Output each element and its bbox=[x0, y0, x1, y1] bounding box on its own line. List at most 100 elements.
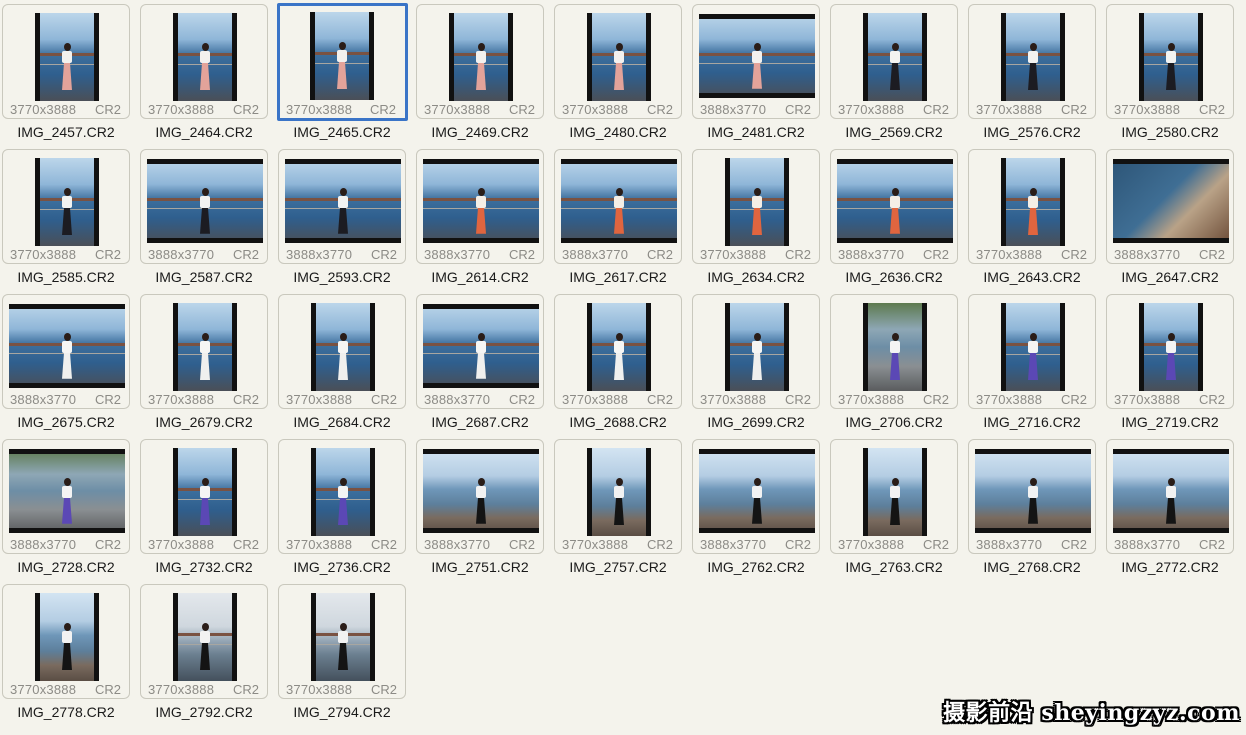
file-thumbnail[interactable]: 3888x3770 CR2 IMG_2481.CR2 bbox=[690, 0, 828, 145]
thumbnail-frame[interactable]: 3888x3770 CR2 bbox=[1106, 149, 1234, 264]
file-name[interactable]: IMG_2593.CR2 bbox=[276, 269, 408, 285]
file-thumbnail[interactable]: 3770x3888 CR2 IMG_2634.CR2 bbox=[690, 145, 828, 290]
thumbnail-frame[interactable]: 3888x3770 CR2 bbox=[1106, 439, 1234, 554]
file-thumbnail[interactable]: 3888x3770 CR2 IMG_2593.CR2 bbox=[276, 145, 414, 290]
thumbnail-frame[interactable]: 3888x3770 CR2 bbox=[830, 149, 958, 264]
photo-preview[interactable] bbox=[423, 159, 539, 243]
file-thumbnail[interactable]: 3770x3888 CR2 IMG_2763.CR2 bbox=[828, 435, 966, 580]
file-name[interactable]: IMG_2687.CR2 bbox=[414, 414, 546, 430]
photo-preview[interactable] bbox=[173, 303, 237, 391]
file-thumbnail[interactable]: 3770x3888 CR2 IMG_2792.CR2 bbox=[138, 580, 276, 725]
file-thumbnail[interactable]: 3888x3770 CR2 IMG_2614.CR2 bbox=[414, 145, 552, 290]
thumbnail-frame[interactable]: 3770x3888 CR2 bbox=[278, 584, 406, 699]
file-name[interactable]: IMG_2684.CR2 bbox=[276, 414, 408, 430]
file-name[interactable]: IMG_2728.CR2 bbox=[0, 559, 132, 575]
thumbnail-frame[interactable]: 3770x3888 CR2 bbox=[1106, 4, 1234, 119]
file-name[interactable]: IMG_2587.CR2 bbox=[138, 269, 270, 285]
thumbnail-frame[interactable]: 3770x3888 CR2 bbox=[416, 4, 544, 119]
photo-preview[interactable] bbox=[587, 303, 651, 391]
file-thumbnail[interactable]: 3770x3888 CR2 IMG_2457.CR2 bbox=[0, 0, 138, 145]
photo-preview[interactable] bbox=[423, 449, 539, 533]
thumbnail-frame[interactable]: 3770x3888 CR2 bbox=[968, 149, 1096, 264]
file-thumbnail[interactable]: 3770x3888 CR2 IMG_2465.CR2 bbox=[276, 0, 414, 145]
file-thumbnail[interactable]: 3888x3770 CR2 IMG_2587.CR2 bbox=[138, 145, 276, 290]
thumbnail-frame[interactable]: 3770x3888 CR2 bbox=[140, 294, 268, 409]
file-thumbnail[interactable]: 3770x3888 CR2 IMG_2688.CR2 bbox=[552, 290, 690, 435]
thumbnail-frame[interactable]: 3770x3888 CR2 bbox=[278, 294, 406, 409]
file-name[interactable]: IMG_2757.CR2 bbox=[552, 559, 684, 575]
thumbnail-frame[interactable]: 3770x3888 CR2 bbox=[692, 294, 820, 409]
photo-preview[interactable] bbox=[587, 448, 651, 536]
photo-preview[interactable] bbox=[1001, 13, 1065, 101]
file-thumbnail[interactable]: 3888x3770 CR2 IMG_2636.CR2 bbox=[828, 145, 966, 290]
file-name[interactable]: IMG_2569.CR2 bbox=[828, 124, 960, 140]
file-name[interactable]: IMG_2481.CR2 bbox=[690, 124, 822, 140]
photo-preview[interactable] bbox=[1001, 303, 1065, 391]
photo-preview[interactable] bbox=[725, 303, 789, 391]
file-thumbnail[interactable]: 3770x3888 CR2 IMG_2679.CR2 bbox=[138, 290, 276, 435]
thumbnail-frame[interactable]: 3888x3770 CR2 bbox=[416, 294, 544, 409]
thumbnail-frame[interactable]: 3888x3770 CR2 bbox=[2, 439, 130, 554]
thumbnail-frame[interactable]: 3770x3888 CR2 bbox=[554, 439, 682, 554]
photo-preview[interactable] bbox=[1139, 13, 1203, 101]
photo-preview[interactable] bbox=[173, 448, 237, 536]
thumbnail-frame[interactable]: 3770x3888 CR2 bbox=[830, 439, 958, 554]
thumbnail-frame[interactable]: 3770x3888 CR2 bbox=[2, 149, 130, 264]
file-thumbnail[interactable]: 3770x3888 CR2 IMG_2569.CR2 bbox=[828, 0, 966, 145]
photo-preview[interactable] bbox=[863, 13, 927, 101]
file-thumbnail[interactable]: 3770x3888 CR2 IMG_2794.CR2 bbox=[276, 580, 414, 725]
file-thumbnail[interactable]: 3770x3888 CR2 IMG_2576.CR2 bbox=[966, 0, 1104, 145]
file-name[interactable]: IMG_2794.CR2 bbox=[276, 704, 408, 720]
thumbnail-frame[interactable]: 3888x3770 CR2 bbox=[416, 149, 544, 264]
file-name[interactable]: IMG_2736.CR2 bbox=[276, 559, 408, 575]
photo-preview[interactable] bbox=[1001, 158, 1065, 246]
thumbnail-frame[interactable]: 3888x3770 CR2 bbox=[968, 439, 1096, 554]
photo-preview[interactable] bbox=[1139, 303, 1203, 391]
file-name[interactable]: IMG_2457.CR2 bbox=[0, 124, 132, 140]
photo-preview[interactable] bbox=[310, 12, 374, 100]
file-name[interactable]: IMG_2732.CR2 bbox=[138, 559, 270, 575]
thumbnail-frame[interactable]: 3770x3888 CR2 bbox=[554, 294, 682, 409]
file-thumbnail[interactable]: 3770x3888 CR2 IMG_2643.CR2 bbox=[966, 145, 1104, 290]
thumbnail-frame[interactable]: 3770x3888 CR2 bbox=[2, 584, 130, 699]
file-name[interactable]: IMG_2792.CR2 bbox=[138, 704, 270, 720]
photo-preview[interactable] bbox=[173, 13, 237, 101]
file-name[interactable]: IMG_2719.CR2 bbox=[1104, 414, 1236, 430]
photo-preview[interactable] bbox=[423, 304, 539, 388]
thumbnail-frame[interactable]: 3770x3888 CR2 bbox=[2, 4, 130, 119]
file-thumbnail[interactable]: 3770x3888 CR2 IMG_2719.CR2 bbox=[1104, 290, 1242, 435]
photo-preview[interactable] bbox=[311, 593, 375, 681]
file-name[interactable]: IMG_2464.CR2 bbox=[138, 124, 270, 140]
file-name[interactable]: IMG_2585.CR2 bbox=[0, 269, 132, 285]
photo-preview[interactable] bbox=[311, 303, 375, 391]
photo-preview[interactable] bbox=[147, 159, 263, 243]
file-thumbnail[interactable]: 3888x3770 CR2 IMG_2768.CR2 bbox=[966, 435, 1104, 580]
file-thumbnail[interactable]: 3770x3888 CR2 IMG_2580.CR2 bbox=[1104, 0, 1242, 145]
file-thumbnail[interactable]: 3770x3888 CR2 IMG_2585.CR2 bbox=[0, 145, 138, 290]
file-name[interactable]: IMG_2576.CR2 bbox=[966, 124, 1098, 140]
photo-preview[interactable] bbox=[561, 159, 677, 243]
thumbnail-frame[interactable]: 3770x3888 CR2 bbox=[277, 3, 408, 121]
thumbnail-frame[interactable]: 3770x3888 CR2 bbox=[830, 4, 958, 119]
photo-preview[interactable] bbox=[1113, 159, 1229, 243]
file-name[interactable]: IMG_2614.CR2 bbox=[414, 269, 546, 285]
file-name[interactable]: IMG_2636.CR2 bbox=[828, 269, 960, 285]
file-name[interactable]: IMG_2763.CR2 bbox=[828, 559, 960, 575]
file-thumbnail[interactable]: 3888x3770 CR2 IMG_2728.CR2 bbox=[0, 435, 138, 580]
thumbnail-frame[interactable]: 3770x3888 CR2 bbox=[1106, 294, 1234, 409]
file-name[interactable]: IMG_2706.CR2 bbox=[828, 414, 960, 430]
file-name[interactable]: IMG_2647.CR2 bbox=[1104, 269, 1236, 285]
thumbnail-frame[interactable]: 3770x3888 CR2 bbox=[968, 294, 1096, 409]
file-thumbnail[interactable]: 3888x3770 CR2 IMG_2687.CR2 bbox=[414, 290, 552, 435]
file-thumbnail[interactable]: 3888x3770 CR2 IMG_2617.CR2 bbox=[552, 145, 690, 290]
file-name[interactable]: IMG_2688.CR2 bbox=[552, 414, 684, 430]
thumbnail-frame[interactable]: 3770x3888 CR2 bbox=[140, 439, 268, 554]
photo-preview[interactable] bbox=[35, 158, 99, 246]
photo-preview[interactable] bbox=[1113, 449, 1229, 533]
thumbnail-frame[interactable]: 3770x3888 CR2 bbox=[278, 439, 406, 554]
photo-preview[interactable] bbox=[837, 159, 953, 243]
thumbnail-frame[interactable]: 3770x3888 CR2 bbox=[692, 149, 820, 264]
thumbnail-frame[interactable]: 3770x3888 CR2 bbox=[140, 4, 268, 119]
thumbnail-frame[interactable]: 3888x3770 CR2 bbox=[278, 149, 406, 264]
thumbnail-frame[interactable]: 3770x3888 CR2 bbox=[830, 294, 958, 409]
